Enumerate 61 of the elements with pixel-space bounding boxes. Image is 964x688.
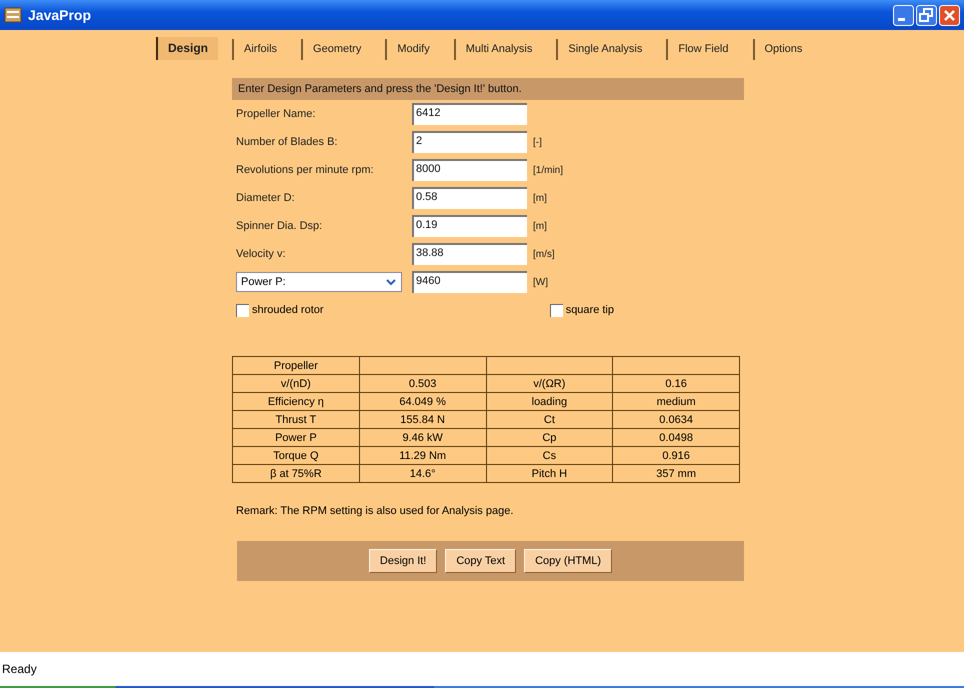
table-cell: Efficiency η [232,392,360,410]
table-cell: 0.16 [612,374,740,392]
tab[interactable]: Design [156,37,218,60]
restore-icon[interactable] [916,4,937,26]
input-field[interactable]: 8000 [412,159,527,181]
action-button[interactable]: Copy Text [445,549,516,573]
field-label: Number of Blades B: [236,136,338,148]
table-cell: v/(ΩR) [486,374,613,392]
table-cell: Ct [486,410,613,428]
table-cell: 357 mm [612,464,740,482]
checkbox-label: square tip [566,304,614,316]
unit-label: [W] [533,276,548,288]
unit-label: [-] [533,136,542,148]
table-cell: Cs [486,446,613,464]
table-cell: 9.46 kW [359,428,486,446]
table-cell: 0.916 [612,446,740,464]
input-field[interactable]: 2 [412,131,527,153]
table-cell: v/(nD) [232,374,360,392]
table-cell: 11.29 Nm [359,446,486,464]
field-label: Spinner Dia. Dsp: [236,220,324,232]
table-cell: 0.503 [359,374,486,392]
input-field[interactable]: 0.58 [412,187,527,209]
input-field[interactable]: 9460 [412,271,527,293]
close-icon[interactable] [939,4,960,26]
table-cell: 14.6° [359,464,486,482]
field-label: Diameter D: [236,192,296,204]
unit-label: [m] [533,220,547,232]
table-cell: Power P [232,428,360,446]
quantity-dropdown[interactable]: Power P: [236,272,402,292]
window-title: JavaProp [28,7,92,23]
status-text: Ready [1,661,38,678]
checkbox[interactable] [550,304,563,316]
action-button[interactable]: Design It! [368,549,438,573]
table-cell: Thrust T [232,410,360,428]
table-cell: Propeller [232,356,360,374]
field-label: Revolutions per minute rpm: [236,164,375,176]
instruction-text: Enter Design Parameters and press the 'Design It!' button. [232,78,744,100]
unit-label: [m/s] [533,248,555,260]
input-field[interactable]: 0.19 [412,215,527,237]
checkbox[interactable] [236,304,249,316]
table-cell: Cp [486,428,613,446]
input-field[interactable]: 6412 [412,103,527,125]
action-button[interactable]: Copy (HTML) [524,549,612,573]
field-label: Velocity v: [236,248,287,260]
checkbox-label: shrouded rotor [252,304,324,316]
table-cell: β at 75%R [232,464,360,482]
table-cell: Torque Q [232,446,360,464]
table-cell: 155.84 N [359,410,486,428]
field-label: Propeller Name: [236,108,316,120]
table-cell: 0.0634 [612,410,740,428]
table-cell: loading [486,392,613,410]
unit-label: [1/min] [533,164,564,176]
table-cell: 0.0498 [612,428,740,446]
table-cell: 64.049 % [359,392,486,410]
app-icon [4,7,22,23]
input-field[interactable]: 38.88 [412,243,527,265]
table-cell: Pitch H [486,464,613,482]
minimize-icon[interactable] [893,4,914,26]
table-cell: medium [612,392,740,410]
remark-text: Remark: The RPM setting is also used for Analysis page. [235,505,514,517]
unit-label: [m] [533,192,547,204]
